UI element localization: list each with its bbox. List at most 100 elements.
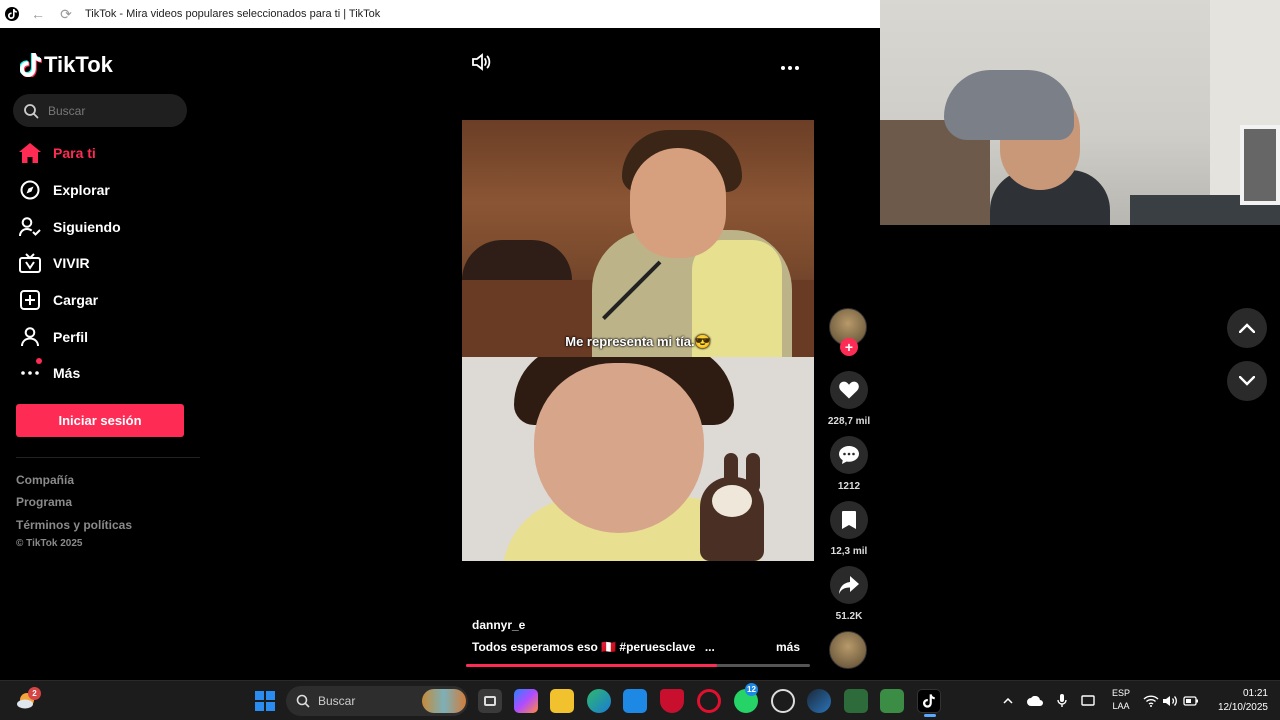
search-icon xyxy=(24,103,39,118)
nav-item-vivir[interactable]: VIVIR xyxy=(18,250,90,276)
profile-icon xyxy=(18,325,42,349)
live-tv-icon xyxy=(18,251,42,275)
language-indicator[interactable]: ESP LAA xyxy=(1108,687,1134,713)
edge-browser-icon[interactable] xyxy=(587,689,611,713)
nvidia-app-icon[interactable] xyxy=(844,689,868,713)
window-title: TikTok - Mira videos populares seleccion… xyxy=(85,8,381,20)
notification-dot xyxy=(36,358,42,364)
sidebar: TikTok Buscar Para ti Explorar Siguiendo… xyxy=(0,28,205,680)
comment-icon xyxy=(839,446,859,464)
search-input[interactable]: Buscar xyxy=(13,94,187,127)
heart-icon xyxy=(839,381,859,399)
video-author[interactable]: dannyr_e xyxy=(472,618,525,632)
search-highlight-art xyxy=(422,689,466,713)
nav-label: Cargar xyxy=(53,292,99,308)
share-icon xyxy=(839,576,859,594)
whatsapp-badge: 12 xyxy=(745,683,758,696)
windows-taskbar: 2 Buscar 12 ESP LAA 01:21 12/10/2025 xyxy=(0,680,1280,720)
footer-link-compania[interactable]: Compañía xyxy=(16,473,74,487)
next-video-button[interactable] xyxy=(1227,361,1267,401)
widget-badge: 2 xyxy=(28,687,41,700)
video-progress-bar[interactable] xyxy=(466,664,810,667)
nav-label: Explorar xyxy=(53,182,110,198)
taskbar-search[interactable]: Buscar xyxy=(286,686,468,716)
speaker-volume-icon[interactable] xyxy=(1162,693,1178,709)
description-ellipsis: ... xyxy=(704,640,715,654)
reload-icon[interactable]: ⟳ xyxy=(57,6,75,23)
video-description: Todos esperamos eso 🇵🇪 #peruesclave ... xyxy=(472,640,715,654)
video-frame-top xyxy=(462,120,814,357)
wifi-icon[interactable] xyxy=(1143,693,1159,709)
chevron-up-icon xyxy=(1239,323,1255,333)
search-placeholder: Buscar xyxy=(48,103,86,118)
previous-video-button[interactable] xyxy=(1227,308,1267,348)
microsoft-store-icon[interactable] xyxy=(623,689,647,713)
tiktok-favicon-icon xyxy=(5,7,19,21)
mcafee-icon[interactable] xyxy=(660,689,684,713)
comment-button[interactable] xyxy=(830,436,868,474)
nav-label: VIVIR xyxy=(53,255,90,271)
bookmark-count: 12,3 mil xyxy=(830,546,868,557)
video-progress-fill xyxy=(466,664,718,667)
video-player[interactable]: Me representa mi tía.😎 xyxy=(462,120,814,561)
more-dots-icon xyxy=(18,358,42,385)
steam-icon[interactable] xyxy=(807,689,831,713)
comment-count: 1212 xyxy=(837,481,861,492)
file-explorer-icon[interactable] xyxy=(550,689,574,713)
footer-link-terminos[interactable]: Términos y políticas xyxy=(16,518,132,532)
battery-icon[interactable] xyxy=(1183,693,1199,709)
clock-time: 01:21 xyxy=(1242,688,1268,699)
onedrive-cloud-icon[interactable] xyxy=(1027,693,1043,709)
nav-item-mas[interactable]: Más xyxy=(18,358,81,386)
footer-link-programa[interactable]: Programa xyxy=(16,495,72,509)
like-count: 228,7 mil xyxy=(827,416,871,427)
nav-label: Más xyxy=(53,365,81,381)
sheets-app-icon[interactable] xyxy=(880,689,904,713)
video-frame-bottom xyxy=(462,357,814,561)
logo-text: TikTok xyxy=(44,52,113,77)
nav-item-cargar[interactable]: Cargar xyxy=(18,287,98,313)
nav-label: Perfil xyxy=(53,329,89,345)
copyright: © TikTok 2025 xyxy=(16,538,83,549)
windows-start-icon[interactable] xyxy=(255,691,275,711)
browser-titlebar: ← ⟳ TikTok - Mira videos populares selec… xyxy=(0,0,880,28)
sidebar-divider xyxy=(16,457,200,458)
tiktok-logo-icon xyxy=(20,53,42,77)
tiktok-logo[interactable]: TikTok xyxy=(20,52,113,78)
nav-item-siguiendo[interactable]: Siguiendo xyxy=(18,214,121,240)
tiktok-app-icon[interactable] xyxy=(917,689,941,717)
volume-icon[interactable] xyxy=(471,52,493,77)
microphone-icon[interactable] xyxy=(1054,693,1070,709)
music-disc-avatar[interactable] xyxy=(829,631,867,669)
weather-widget[interactable]: 2 xyxy=(16,687,41,713)
login-button[interactable]: Iniciar sesión xyxy=(16,404,184,437)
video-caption-overlay: Me representa mi tía.😎 xyxy=(565,334,711,349)
tiktok-app: TikTok Buscar Para ti Explorar Siguiendo… xyxy=(0,28,880,680)
system-clock[interactable]: 01:21 12/10/2025 xyxy=(1210,687,1268,715)
taskbar-search-placeholder: Buscar xyxy=(318,694,356,708)
chatgpt-icon[interactable] xyxy=(771,689,795,713)
opera-icon[interactable] xyxy=(697,689,721,713)
like-button[interactable] xyxy=(830,371,868,409)
search-icon xyxy=(296,694,310,708)
follow-plus-icon[interactable]: + xyxy=(840,338,858,356)
bookmark-button[interactable] xyxy=(830,501,868,539)
webcam-overlay xyxy=(880,0,1280,225)
tray-chevron-up-icon[interactable] xyxy=(1000,693,1016,709)
compass-icon xyxy=(18,178,42,202)
nav-label: Siguiendo xyxy=(53,219,121,235)
copilot-icon[interactable] xyxy=(514,689,538,713)
description-text: Todos esperamos eso 🇵🇪 #peruesclave xyxy=(472,640,696,654)
nav-item-explorar[interactable]: Explorar xyxy=(18,177,110,203)
nav-item-perfil[interactable]: Perfil xyxy=(18,324,88,350)
whatsapp-icon[interactable]: 12 xyxy=(734,683,758,713)
nav-item-para-ti[interactable]: Para ti xyxy=(18,140,96,166)
more-link[interactable]: más xyxy=(776,640,800,654)
more-options-icon[interactable] xyxy=(780,58,800,76)
task-view-icon[interactable] xyxy=(478,689,502,713)
share-button[interactable] xyxy=(830,566,868,604)
share-count: 51.2K xyxy=(835,611,863,622)
display-settings-icon[interactable] xyxy=(1080,693,1096,709)
back-arrow-icon[interactable]: ← xyxy=(29,6,47,22)
upload-plus-icon xyxy=(18,288,42,312)
